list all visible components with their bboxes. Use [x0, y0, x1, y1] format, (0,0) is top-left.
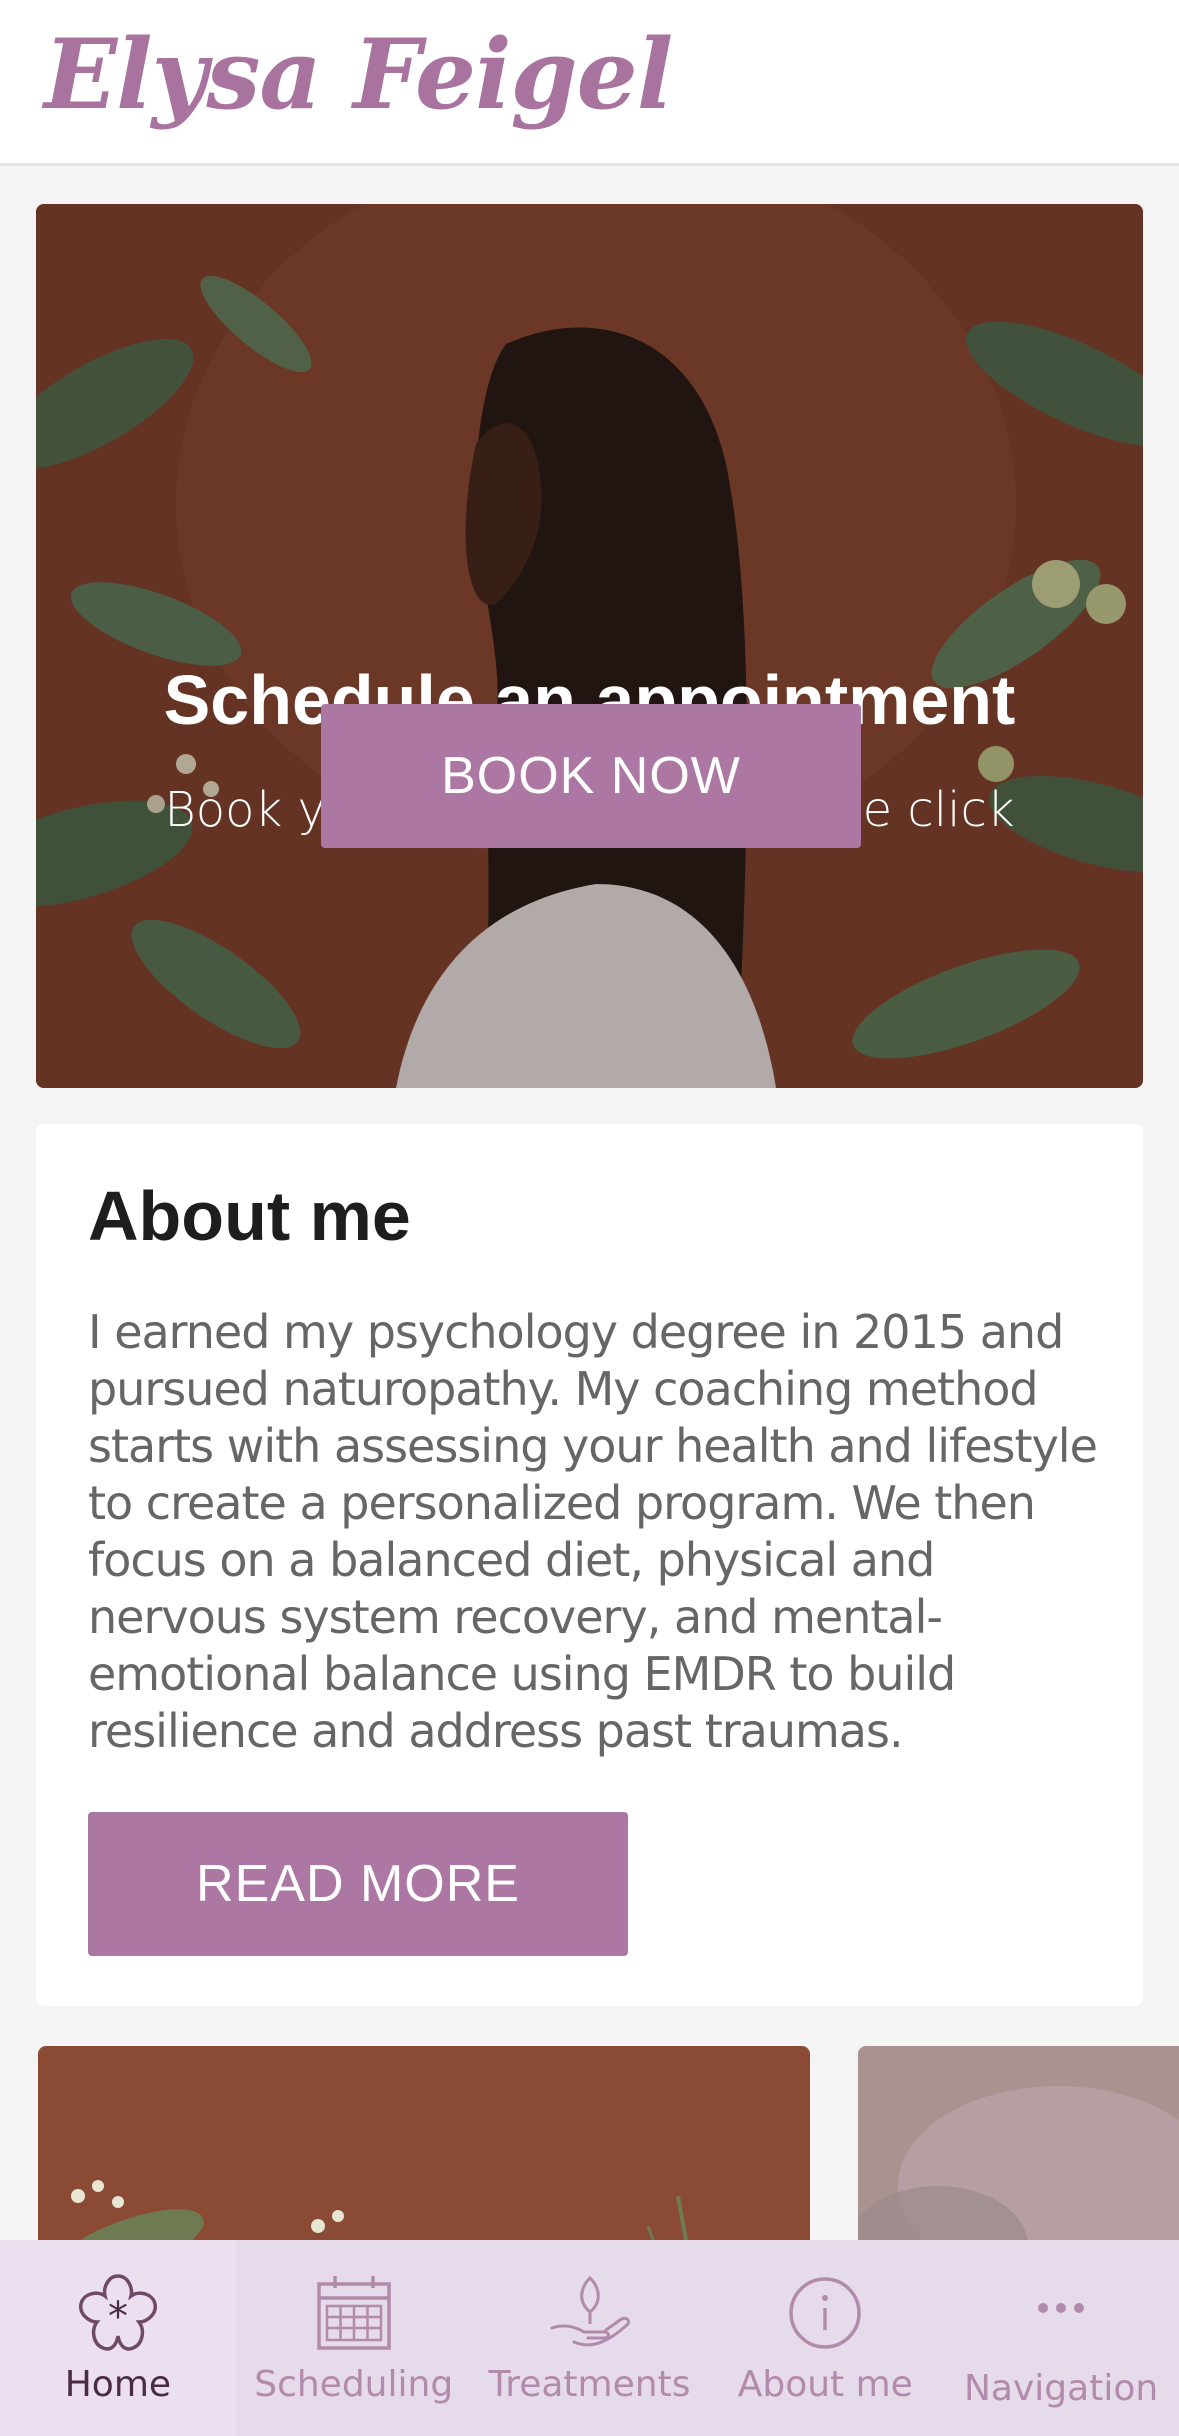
- calendar-icon: [309, 2268, 399, 2358]
- about-card: About me I earned my psychology degree i…: [36, 1124, 1143, 2006]
- hand-plant-icon: [544, 2268, 634, 2358]
- tab-home[interactable]: * Home: [0, 2240, 236, 2436]
- about-title: About me: [88, 1177, 411, 1255]
- logo[interactable]: Elysa Feigel: [44, 18, 673, 131]
- flower-icon: *: [73, 2268, 163, 2358]
- hero-overlay: [36, 204, 1143, 1088]
- tab-label: Home: [64, 2364, 172, 2405]
- tab-navigation[interactable]: Navigation: [943, 2240, 1179, 2436]
- about-text: I earned my psychology degree in 2015 an…: [88, 1305, 1098, 1758]
- book-now-button[interactable]: BOOK NOW: [321, 704, 861, 848]
- info-icon: [780, 2268, 870, 2358]
- app-header: Elysa Feigel: [0, 0, 1179, 166]
- bottom-tab-bar: * Home Scheduling Treatments About me Na…: [0, 2240, 1179, 2436]
- tab-scheduling[interactable]: Scheduling: [236, 2240, 472, 2436]
- tab-label: Scheduling: [254, 2364, 454, 2405]
- tab-label: Treatments: [488, 2364, 691, 2405]
- tab-label: About me: [737, 2364, 913, 2405]
- svg-text:*: *: [108, 2294, 128, 2340]
- tab-label: Navigation: [964, 2368, 1159, 2409]
- more-icon: [1016, 2268, 1106, 2358]
- hero-banner: Schedule an appointment Book your appoin…: [36, 204, 1143, 1088]
- tab-treatments[interactable]: Treatments: [472, 2240, 708, 2436]
- read-more-button[interactable]: READ MORE: [88, 1812, 628, 1956]
- tab-about-me[interactable]: About me: [707, 2240, 943, 2436]
